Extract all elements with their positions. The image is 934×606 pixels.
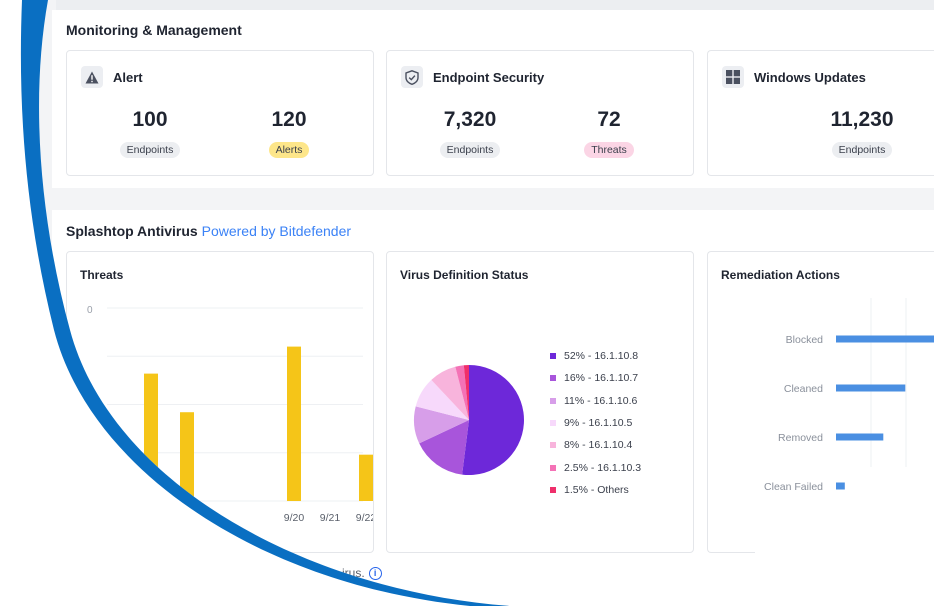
windows-icon [722,66,744,88]
x-tick-label: 9/22 [356,512,373,524]
x-tick-label: 9/21 [320,512,341,524]
alert-card-title: Alert [113,70,143,85]
legend-label: 2.5% - 16.1.10.3 [564,461,642,474]
legend-swatch [550,375,556,382]
threat-bar[interactable] [180,412,194,501]
legend-label: 11% - 16.1.10.6 [564,394,638,407]
security-endpoints-metric[interactable]: 7,320 Endpoints [420,108,520,158]
threat-bar[interactable] [144,373,158,501]
remediation-bar[interactable] [836,482,845,490]
antivirus-section: Splashtop Antivirus Powered by Bitdefend… [52,210,934,606]
pie-slice[interactable] [462,365,524,475]
legend-swatch [550,420,556,427]
remediation-bar-chart: Blocked Cleaned Removed Clean Failed [764,298,934,493]
remediation-bar[interactable] [836,384,906,392]
legend-item[interactable]: 11% - 16.1.10.6 [550,390,641,412]
threats-chart-card: Threats 0 9/209/219/22 [66,251,374,553]
endpoints-badge: Endpoints [119,142,181,158]
category-label: Blocked [786,334,824,346]
section-title-antivirus: Splashtop Antivirus Powered by Bitdefend… [66,223,351,239]
alerts-badge: Alerts [268,142,310,158]
virus-definition-card: Virus Definition Status 52% - 16.1.10.8 1… [386,251,694,553]
legend-swatch [550,442,556,449]
endpoints-badge: Endpoints [439,142,501,158]
legend-label: 8% - 16.1.10.4 [564,439,633,452]
category-label: Removed [778,432,823,444]
x-tick-label: 9/20 [284,512,305,524]
threats-bar-chart: 9/20 9/21 9/22 [107,307,373,524]
legend-item[interactable]: 9% - 16.1.10.5 [550,412,641,434]
remediation-bar[interactable] [836,335,934,343]
footer-note-text: irus. [342,566,365,580]
legend-swatch [550,353,556,360]
top-divider [56,0,934,10]
security-endpoints-value: 7,320 [443,108,497,131]
legend-swatch [550,486,556,493]
windows-updates-title: Windows Updates [754,70,866,85]
powered-by-link[interactable]: Powered by Bitdefender [202,223,351,239]
threats-badge: Threats [584,142,634,158]
info-icon[interactable]: i [368,567,382,580]
endpoint-security-card[interactable]: Endpoint Security 7,320 Endpoints 72 Thr… [386,50,694,176]
threat-bar[interactable] [359,454,373,501]
threat-bar[interactable] [287,346,301,501]
legend-item[interactable]: 1.5% - Others [550,479,641,501]
category-label: Clean Failed [764,481,823,493]
windows-endpoints-value: 11,230 [830,108,894,131]
security-threats-metric[interactable]: 72 Threats [559,108,659,158]
legend-label: 1.5% - Others [564,483,629,496]
remediation-card: Remediation Actions Blocked Cleaned Remove… [707,251,934,553]
legend-swatch [550,464,556,471]
shield-check-icon [401,66,423,88]
alert-endpoints-value: 100 [132,108,168,131]
alert-card[interactable]: Alert 100 Endpoints 120 Alerts [66,50,374,176]
dashboard-canvas: Monitoring & Management Alert 100 Endpoi… [0,0,934,606]
category-label: Cleaned [784,383,823,395]
windows-endpoints-metric[interactable]: 11,230 Endpoints [812,108,912,158]
warning-icon [81,66,103,88]
legend-label: 52% - 16.1.10.8 [564,350,639,363]
legend-label: 16% - 16.1.10.7 [564,372,639,385]
legend-label: 9% - 16.1.10.5 [564,417,633,430]
legend-item[interactable]: 2.5% - 16.1.10.3 [550,456,641,478]
antivirus-title: Splashtop Antivirus [66,223,198,239]
section-title-monitoring: Monitoring & Management [66,22,242,38]
virus-definition-pie [414,365,524,475]
alert-alerts-value: 120 [271,108,307,131]
legend-swatch [550,397,556,404]
security-threats-value: 72 [597,108,621,131]
endpoint-security-title: Endpoint Security [433,70,545,85]
legend-item[interactable]: 52% - 16.1.10.8 [550,345,641,367]
alert-endpoints-metric[interactable]: 100 Endpoints [100,108,200,158]
monitoring-section: Monitoring & Management Alert 100 Endpoi… [52,10,934,188]
pie-legend: 52% - 16.1.10.8 16% - 16.1.10.7 11% - 16.1… [550,345,641,501]
remediation-bar[interactable] [836,433,884,441]
endpoints-badge: Endpoints [831,142,893,158]
alert-alerts-metric[interactable]: 120 Alerts [239,108,339,158]
antivirus-footer-note: irus. i [342,566,382,580]
legend-item[interactable]: 16% - 16.1.10.7 [550,367,641,389]
windows-updates-card[interactable]: Windows Updates 11,230 Endpoints [707,50,934,176]
legend-item[interactable]: 8% - 16.1.10.4 [550,434,641,456]
